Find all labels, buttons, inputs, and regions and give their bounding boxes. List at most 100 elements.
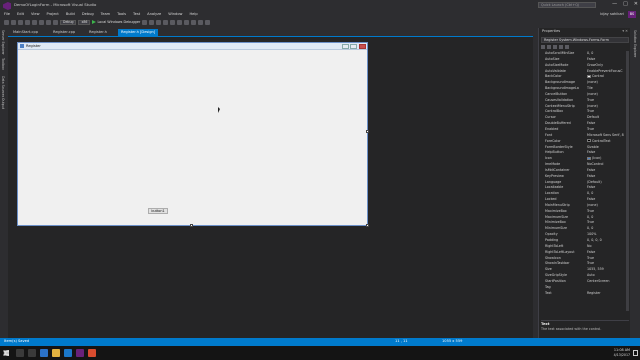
edge-icon[interactable] [40,349,48,357]
clock-date[interactable]: 4/13/2017 [614,353,630,357]
menu-analyze[interactable]: Analyze [147,11,161,18]
property-value-text: CenterScreen [587,278,610,283]
menu-file[interactable]: File [4,11,10,18]
notification-icon[interactable] [633,350,638,356]
maximize-button[interactable]: □ [623,1,628,7]
clock-time[interactable]: 11:08 AM [614,348,630,352]
categorized-icon[interactable] [541,45,545,49]
snap-grid-icon[interactable] [205,19,211,25]
form-close-icon [359,44,366,49]
save-icon[interactable] [32,19,37,25]
platform-select[interactable]: x86 [78,19,91,25]
status-message: Item(s) Saved [4,339,30,343]
resize-handle-right[interactable] [366,130,369,133]
menu-edit[interactable]: Edit [17,11,24,18]
tab-mainstart-cpp[interactable]: MainStart.cpp [10,29,41,36]
align-middle-icon[interactable] [170,19,176,25]
align-left-icon[interactable] [142,19,148,25]
property-value-text: EnablePreventFocusC [587,68,623,73]
document-tabs: MainStart.cpp Register.cpp Register.h Re… [8,28,533,36]
undo-icon[interactable] [46,19,51,25]
avatar[interactable]: BS [628,11,636,18]
events-icon[interactable] [559,45,563,49]
form-designer[interactable]: Register button1 [8,37,533,338]
server-explorer-tab[interactable]: Server Explorer [1,30,5,55]
property-value-text: NoControl [587,162,604,167]
close-button[interactable]: ✕ [634,1,638,7]
tab-register-h[interactable]: Register.h [86,29,110,36]
menu-team[interactable]: Team [101,11,111,18]
form-title-bar: Register [18,43,367,50]
property-pages-icon[interactable] [565,45,569,49]
properties-pin-close[interactable]: ▾ ✕ [622,29,628,33]
property-value-text: True [587,109,595,114]
align-bottom-icon[interactable] [177,19,183,25]
menu-debug[interactable]: Debug [82,11,94,18]
property-value-text: No [587,243,592,248]
start-debugger-button[interactable]: Local Windows Debugger [92,19,140,25]
menu-tools[interactable]: Tools [117,11,126,18]
property-value-text: Microsoft Sans Serif, 8 [587,132,624,137]
debugger-label: Local Windows Debugger [97,20,141,24]
save-all-icon[interactable] [39,19,44,25]
properties-object-select[interactable]: Register System.Windows.Forms.Form [541,37,629,43]
same-width-icon[interactable] [184,19,190,25]
store-icon[interactable] [64,349,72,357]
redo-icon[interactable] [53,19,58,25]
align-right-icon[interactable] [156,19,162,25]
menu-window[interactable]: Window [168,11,182,18]
property-value-text: False [587,249,596,254]
output-tab[interactable]: Output [1,98,5,109]
play-icon [92,20,97,24]
tab-register-h-design[interactable]: Register.h [Design] [118,29,159,36]
visual-studio-taskbar-icon[interactable] [76,349,84,357]
data-sources-tab[interactable]: Data Sources [1,76,5,97]
same-height-icon[interactable] [191,19,197,25]
alphabetical-icon[interactable] [547,45,551,49]
new-project-icon[interactable] [18,19,23,25]
windows-start-icon[interactable] [3,350,9,356]
property-value-text: Tile [587,86,593,91]
forward-icon[interactable] [11,19,16,25]
properties-icon[interactable] [553,45,557,49]
property-value-text: True [587,208,595,213]
menu-test[interactable]: Test [133,11,140,18]
task-view-icon[interactable] [28,349,36,357]
search-icon[interactable] [16,349,24,357]
file-explorer-icon[interactable] [52,349,60,357]
form-icon [20,44,24,48]
menu-view[interactable]: View [31,11,40,18]
taskbar: 11:08 AM 4/13/2017 [0,346,640,360]
property-row[interactable]: Text Register [541,291,627,297]
form-minimize-icon [342,44,349,49]
resize-handle-corner[interactable] [366,224,369,227]
minimize-button[interactable]: — [612,1,617,7]
resize-handle-bottom[interactable] [190,224,193,227]
properties-scrollbar[interactable] [626,51,629,311]
back-icon[interactable] [4,19,9,25]
menu-project[interactable]: Project [47,11,59,18]
designer-form[interactable]: Register button1 [17,42,368,226]
align-center-icon[interactable] [149,19,155,25]
property-value-text: True [587,255,595,260]
menu-build[interactable]: Build [66,11,75,18]
property-value-text: ControlText [592,138,611,143]
submit-button[interactable]: button1 [148,208,168,214]
property-value-text: False [587,185,596,190]
configuration-select[interactable]: Debug [60,19,77,25]
toolbox-tab[interactable]: Toolbox [1,58,5,70]
property-value[interactable]: Register [587,291,627,297]
app-icon[interactable] [88,349,96,357]
tab-register-cpp[interactable]: Register.cpp [50,29,78,36]
property-value-text: False [587,173,596,178]
menu-help[interactable]: Help [189,11,197,18]
solution-explorer-tab[interactable]: Solution Explorer [633,30,637,57]
description-text: The text associated with the control. [541,327,602,331]
user-name[interactable]: bijay sahikari [600,12,624,16]
align-top-icon[interactable] [163,19,169,25]
same-size-icon[interactable] [198,19,204,25]
quick-launch-input[interactable]: Quick Launch (Ctrl+Q) [538,2,596,8]
toolbar: Debug x86 Local Windows Debugger [0,18,640,26]
property-grid: AutoScrollMinSize 0, 0 AutoSize False AutoSi… [541,51,627,345]
open-icon[interactable] [25,19,30,25]
